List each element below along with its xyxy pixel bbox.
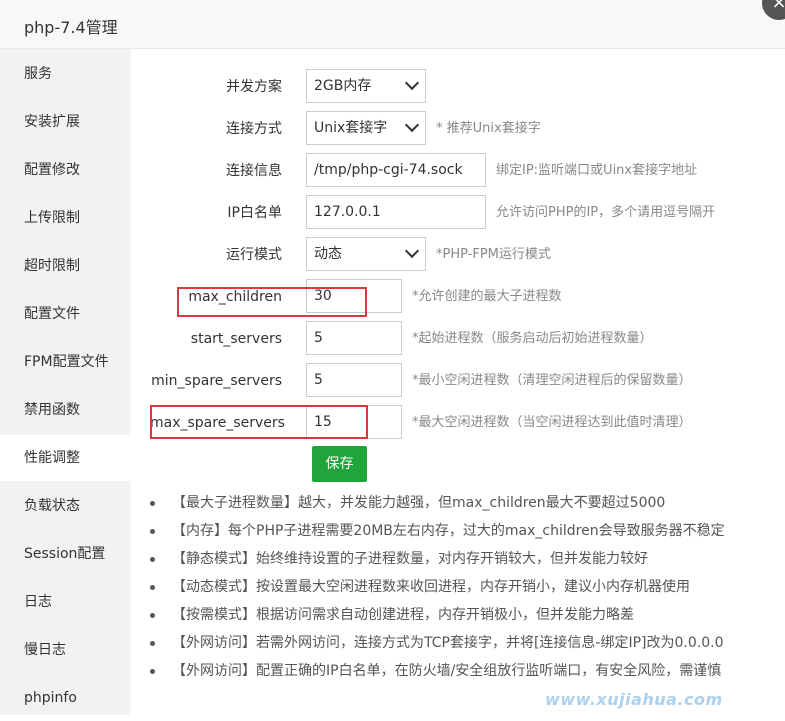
connect-info-hint: 绑定IP:监听端口或Uinx套接字地址 xyxy=(496,163,698,178)
tip-text: 【外网访问】配置正确的IP白名单，在防火墙/安全组放行监听端口，有安全风险，需谨… xyxy=(172,663,722,679)
connect-mode-hint: * 推荐Unix套接字 xyxy=(436,121,541,136)
sidebar-item-session-config[interactable]: Session配置 xyxy=(0,531,131,577)
concurrency-value: 2GB内存 xyxy=(314,78,372,94)
concurrency-select[interactable]: 2GB内存 xyxy=(306,69,426,103)
php-manager-dialog: php-7.4管理 × 服务 安装扩展 配置修改 上传限制 超时限制 配置文件 … xyxy=(0,0,785,715)
run-mode-select[interactable]: 动态 xyxy=(306,237,426,271)
dialog-titlebar: php-7.4管理 xyxy=(0,0,785,49)
sidebar-item-install-extensions[interactable]: 安装扩展 xyxy=(0,99,131,145)
concurrency-label: 并发方案 xyxy=(226,79,282,95)
tip-text: 【动态模式】按设置最大空闲进程数来收回进程，内存开销小，建议小内存机器使用 xyxy=(172,579,690,595)
bullet-icon xyxy=(150,613,155,618)
connect-info-input[interactable]: /tmp/php-cgi-74.sock xyxy=(306,153,486,187)
sidebar-item-disabled-functions[interactable]: 禁用函数 xyxy=(0,387,131,433)
sidebar-item-config-edit[interactable]: 配置修改 xyxy=(0,147,131,193)
list-item: 【按需模式】根据访问需求自动创建进程，内存开销极小，但并发能力略差 xyxy=(148,601,634,629)
bullet-icon xyxy=(150,557,155,562)
sidebar-item-phpinfo[interactable]: phpinfo xyxy=(0,675,131,721)
run-mode-value: 动态 xyxy=(314,246,342,262)
tip-text: 【最大子进程数量】越大，并发能力越强，但max_children最大不要超过50… xyxy=(172,495,666,511)
connect-mode-select[interactable]: Unix套接字 xyxy=(306,111,426,145)
watermark: www.xujiahua.com xyxy=(545,690,723,709)
chevron-down-icon xyxy=(404,243,420,259)
list-item: 【静态模式】始终维持设置的子进程数量，对内存开销较大，但并发能力较好 xyxy=(148,545,648,573)
bullet-icon xyxy=(150,641,155,646)
connect-info-label: 连接信息 xyxy=(226,163,282,179)
tip-text: 【按需模式】根据访问需求自动创建进程，内存开销极小，但并发能力略差 xyxy=(172,607,634,623)
ip-whitelist-input[interactable]: 127.0.0.1 xyxy=(306,195,486,229)
sidebar-item-timeout-limit[interactable]: 超时限制 xyxy=(0,243,131,289)
sidebar-item-service[interactable]: 服务 xyxy=(0,51,131,97)
sidebar-item-fpm-config-file[interactable]: FPM配置文件 xyxy=(0,339,131,385)
max-children-hint: *允许创建的最大子进程数 xyxy=(412,289,562,304)
ip-whitelist-label: IP白名单 xyxy=(227,205,282,221)
save-button[interactable]: 保存 xyxy=(312,446,367,482)
start-servers-input[interactable]: 5 xyxy=(306,321,402,355)
sidebar-item-slow-log[interactable]: 慢日志 xyxy=(0,627,131,673)
tip-text: 【内存】每个PHP子进程需要20MB左右内存，过大的max_children会导… xyxy=(172,523,725,539)
sidebar-item-log[interactable]: 日志 xyxy=(0,579,131,625)
sidebar-item-load-status[interactable]: 负载状态 xyxy=(0,483,131,529)
list-item: 【动态模式】按设置最大空闲进程数来收回进程，内存开销小，建议小内存机器使用 xyxy=(148,573,690,601)
start-servers-hint: *起始进程数（服务启动后初始进程数量） xyxy=(412,331,653,346)
chevron-down-icon xyxy=(404,75,420,91)
sidebar-item-performance-tuning[interactable]: 性能调整 xyxy=(0,435,131,481)
bullet-icon xyxy=(150,529,155,534)
sidebar: 服务 安装扩展 配置修改 上传限制 超时限制 配置文件 FPM配置文件 禁用函数… xyxy=(0,49,131,715)
run-mode-hint: *PHP-FPM运行模式 xyxy=(436,247,551,262)
bullet-icon xyxy=(150,501,155,506)
list-item: 【最大子进程数量】越大，并发能力越强，但max_children最大不要超过50… xyxy=(148,489,665,517)
ip-whitelist-hint: 允许访问PHP的IP，多个请用逗号隔开 xyxy=(496,205,716,220)
connect-mode-label: 连接方式 xyxy=(226,121,282,137)
tip-text: 【外网访问】若需外网访问，连接方式为TCP套接字，并将[连接信息-绑定IP]改为… xyxy=(172,635,724,651)
chevron-down-icon xyxy=(404,117,420,133)
list-item: 【外网访问】配置正确的IP白名单，在防火墙/安全组放行监听端口，有安全风险，需谨… xyxy=(148,657,721,685)
bullet-icon xyxy=(150,669,155,674)
bullet-icon xyxy=(150,585,155,590)
min-spare-servers-input[interactable]: 5 xyxy=(306,363,402,397)
start-servers-label: start_servers xyxy=(190,331,282,347)
sidebar-item-config-file[interactable]: 配置文件 xyxy=(0,291,131,337)
connect-mode-value: Unix套接字 xyxy=(314,120,388,136)
highlight-box-max-children xyxy=(177,287,367,317)
run-mode-label: 运行模式 xyxy=(226,247,282,263)
list-item: 【外网访问】若需外网访问，连接方式为TCP套接字，并将[连接信息-绑定IP]改为… xyxy=(148,629,723,657)
dialog-title: php-7.4管理 xyxy=(24,18,118,37)
min-spare-servers-hint: *最小空闲进程数（清理空闲进程后的保留数量） xyxy=(412,373,692,388)
min-spare-servers-label: min_spare_servers xyxy=(151,373,282,389)
list-item: 【内存】每个PHP子进程需要20MB左右内存，过大的max_children会导… xyxy=(148,517,725,545)
tip-text: 【静态模式】始终维持设置的子进程数量，对内存开销较大，但并发能力较好 xyxy=(172,551,648,567)
sidebar-item-upload-limit[interactable]: 上传限制 xyxy=(0,195,131,241)
max-spare-servers-hint: *最大空闲进程数（当空闲进程达到此值时清理） xyxy=(412,415,692,430)
highlight-box-max-spare-servers xyxy=(150,405,368,439)
